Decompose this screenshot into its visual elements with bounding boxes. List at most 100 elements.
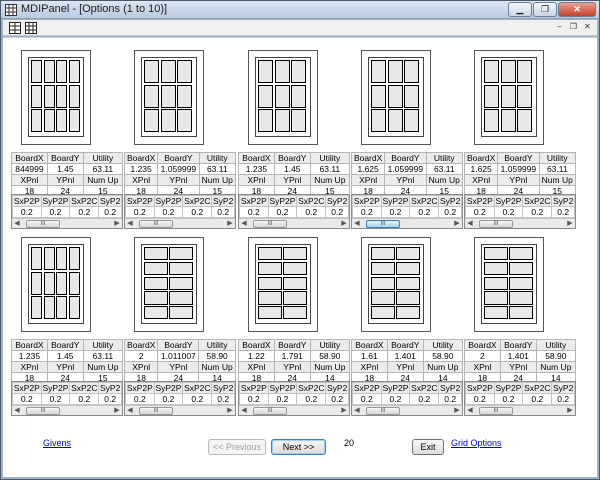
grid-cell[interactable]: 0.2: [239, 206, 269, 218]
grid-cell[interactable]: 1.625: [350, 163, 386, 175]
grid-cell[interactable]: 1.011007: [157, 350, 200, 362]
grid-cell[interactable]: 1.059999: [157, 163, 200, 175]
scroll-right-icon[interactable]: ▶: [112, 406, 122, 416]
panel-layout-preview[interactable]: [474, 50, 544, 145]
grid-cell[interactable]: 0.2: [182, 206, 213, 218]
panel-layout-preview[interactable]: [134, 50, 204, 145]
grid-cell[interactable]: 0.2: [267, 206, 298, 218]
grid-cell[interactable]: 0.2: [267, 393, 298, 405]
scroll-thumb[interactable]: III: [139, 220, 173, 228]
grid-cell[interactable]: 1.235: [123, 163, 159, 175]
board-stats-grid[interactable]: BoardX BoardY Utility 1.625 1.059999 63.11 XPn…: [463, 152, 577, 197]
scroll-thumb[interactable]: III: [366, 407, 400, 415]
horizontal-scrollbar[interactable]: ◀ III ▶: [125, 405, 235, 415]
horizontal-scrollbar[interactable]: ◀ III ▶: [125, 218, 235, 228]
grid-cell[interactable]: 1.791: [273, 350, 311, 362]
maximize-button[interactable]: ❐: [533, 2, 557, 17]
scroll-right-icon[interactable]: ▶: [565, 219, 575, 229]
grid-cell[interactable]: 0.2: [69, 393, 100, 405]
scroll-right-icon[interactable]: ▶: [339, 406, 349, 416]
spacing-grid[interactable]: SxP2P SyP2P SxP2C SyP2 0.2 0.2 0.2 0.2 ◀ III ▶: [464, 381, 576, 416]
grid-cell[interactable]: 0.2: [12, 393, 42, 405]
board-stats-grid[interactable]: BoardX BoardY Utility 1.625 1.059999 63.11 XPn…: [350, 152, 464, 197]
spacing-grid[interactable]: SxP2P SyP2P SxP2C SyP2 0.2 0.2 0.2 0.2 ◀ III ▶: [351, 194, 463, 229]
grid-cell[interactable]: 63.11: [82, 350, 124, 362]
grid-cell[interactable]: 1.625: [463, 163, 499, 175]
horizontal-scrollbar[interactable]: ◀ III ▶: [352, 218, 462, 228]
grid-cell[interactable]: 0.2: [69, 206, 100, 218]
board-stats-grid[interactable]: BoardX BoardY Utility 1.235 1.059999 63.11 XPn…: [123, 152, 237, 197]
panel-layout-preview[interactable]: [134, 237, 204, 332]
next-button[interactable]: Next >>: [271, 439, 326, 455]
horizontal-scrollbar[interactable]: ◀ III ▶: [352, 405, 462, 415]
scroll-left-icon[interactable]: ◀: [465, 406, 475, 416]
grid-cell[interactable]: 0.2: [125, 206, 155, 218]
close-button[interactable]: ✕: [558, 2, 596, 17]
grid-cell[interactable]: 1.22: [238, 350, 275, 362]
grid-cell[interactable]: 0.2: [296, 393, 327, 405]
grid-cell[interactable]: 0.2: [438, 206, 462, 218]
scroll-right-icon[interactable]: ▶: [225, 219, 235, 229]
grid-cell[interactable]: 0.2: [211, 206, 235, 218]
panel-layout-preview[interactable]: [248, 50, 318, 145]
grid-cell[interactable]: 63.11: [82, 163, 124, 175]
scroll-left-icon[interactable]: ◀: [125, 219, 135, 229]
grid-cell[interactable]: 1.401: [386, 350, 424, 362]
horizontal-scrollbar[interactable]: ◀ III ▶: [12, 218, 122, 228]
scroll-right-icon[interactable]: ▶: [452, 219, 462, 229]
scroll-thumb[interactable]: III: [253, 407, 287, 415]
grid-cell[interactable]: 0.2: [182, 393, 213, 405]
grid-cell[interactable]: 0.2: [493, 393, 524, 405]
grid-cell[interactable]: 0.2: [12, 206, 42, 218]
scroll-thumb[interactable]: III: [26, 220, 60, 228]
scroll-left-icon[interactable]: ◀: [352, 219, 362, 229]
grid-cell[interactable]: 0.2: [352, 206, 382, 218]
grid-cell[interactable]: 0.2: [325, 206, 349, 218]
grid-cell[interactable]: 1.235: [11, 350, 48, 362]
panel-layout-preview[interactable]: [474, 237, 544, 332]
grid-cell[interactable]: 0.2: [522, 206, 553, 218]
scroll-thumb[interactable]: III: [479, 220, 513, 228]
scroll-thumb[interactable]: III: [366, 220, 400, 228]
grid-cell[interactable]: 1.45: [46, 350, 84, 362]
grid-cell[interactable]: 0.2: [409, 206, 440, 218]
grid-cell[interactable]: 0.2: [438, 393, 462, 405]
spacing-grid[interactable]: SxP2P SyP2P SxP2C SyP2 0.2 0.2 0.2 0.2 ◀ III ▶: [124, 381, 236, 416]
scroll-right-icon[interactable]: ▶: [225, 406, 235, 416]
grid-cell[interactable]: 0.2: [465, 206, 495, 218]
horizontal-scrollbar[interactable]: ◀ III ▶: [465, 218, 575, 228]
grid-cell[interactable]: 63.11: [425, 163, 464, 175]
givens-link[interactable]: Givens: [43, 438, 71, 448]
mdi-restore-icon[interactable]: ❐: [568, 22, 579, 33]
grid-cell[interactable]: 58.90: [309, 350, 351, 362]
scroll-thumb[interactable]: III: [479, 407, 513, 415]
grid-cell[interactable]: 1.45: [273, 163, 311, 175]
grid-cell[interactable]: 0.2: [551, 393, 575, 405]
horizontal-scrollbar[interactable]: ◀ III ▶: [12, 405, 122, 415]
grid-cell[interactable]: 1.059999: [497, 163, 540, 175]
grid-cell[interactable]: 0.2: [380, 206, 411, 218]
grid-cell[interactable]: 0.2: [465, 393, 495, 405]
grid-cell[interactable]: 0.2: [125, 393, 155, 405]
board-stats-grid[interactable]: BoardX BoardY Utility 2 1.011007 58.90 XPnl YPn…: [123, 339, 236, 384]
grid-options-link[interactable]: Grid Options: [451, 438, 502, 448]
panel-layout-preview[interactable]: [248, 237, 318, 332]
grid-cell[interactable]: 0.2: [493, 206, 524, 218]
panel-layout-preview[interactable]: [361, 50, 431, 145]
grid-cell[interactable]: 844999: [11, 163, 48, 175]
grid-cell[interactable]: 1.45: [46, 163, 84, 175]
grid-cell[interactable]: 63.11: [198, 163, 237, 175]
scroll-thumb[interactable]: III: [26, 407, 60, 415]
scroll-thumb[interactable]: III: [253, 220, 287, 228]
exit-button[interactable]: Exit: [412, 439, 444, 455]
panel-layout-preview[interactable]: [21, 50, 91, 145]
grid-cell[interactable]: 0.2: [40, 206, 71, 218]
mdi-minimize-icon[interactable]: –: [554, 22, 565, 33]
horizontal-scrollbar[interactable]: ◀ III ▶: [239, 218, 349, 228]
previous-button[interactable]: << Previous: [208, 439, 266, 455]
spacing-grid[interactable]: SxP2P SyP2P SxP2C SyP2 0.2 0.2 0.2 0.2 ◀ III ▶: [351, 381, 463, 416]
grid-cell[interactable]: 58.90: [198, 350, 236, 362]
scroll-left-icon[interactable]: ◀: [239, 219, 249, 229]
scroll-left-icon[interactable]: ◀: [12, 219, 22, 229]
grid-cell[interactable]: 63.11: [538, 163, 577, 175]
